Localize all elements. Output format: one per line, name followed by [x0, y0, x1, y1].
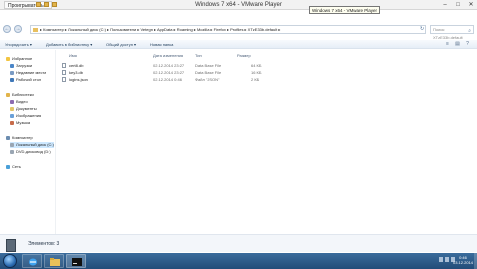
navigation-pane: Избранное Загрузки Недавние места Рабочи… [0, 50, 56, 234]
sidebar-item-computer[interactable]: Компьютер [6, 135, 33, 141]
back-button[interactable]: ← [3, 25, 11, 33]
file-size: 64 КБ [251, 63, 262, 68]
maximize-button[interactable]: □ [452, 0, 464, 10]
forward-button[interactable]: → [14, 25, 22, 33]
column-name[interactable]: Имя [69, 52, 77, 60]
command-bar: Упорядочить ▾ Добавить в библиотеку ▾ Об… [0, 40, 477, 49]
file-row[interactable]: key3.db 02.12.2014 23:27 Data Base File … [60, 69, 290, 76]
sidebar-item-documents[interactable]: Документы [10, 106, 37, 112]
details-pane: Элементов: 3 [0, 234, 477, 252]
dvd-icon [10, 149, 14, 154]
breadcrumb[interactable]: ▸ Компьютер ▸ Локальный диск (C:) ▸ Поль… [40, 27, 280, 32]
pictures-icon [10, 113, 14, 118]
organize-button[interactable]: Упорядочить ▾ [5, 40, 32, 49]
file-date: 02.12.2014 23:27 [153, 63, 185, 68]
drive-icon [10, 142, 14, 147]
network-icon [6, 164, 10, 169]
search-input[interactable]: Поиск: XTzE33b.default ⌕ [430, 25, 474, 40]
file-name: logins.json [69, 77, 88, 82]
clock-date: 03.12.2014 [453, 260, 474, 265]
file-icon [62, 63, 66, 68]
file-size: 16 КБ [251, 70, 262, 75]
search-placeholder: Поиск: XTzE33b.default [433, 27, 463, 40]
sidebar-item-desktop[interactable]: Рабочий стол [10, 77, 41, 83]
file-row[interactable]: logins.json 02.12.2014 0:46 Файл "JSON" … [60, 76, 290, 83]
column-date[interactable]: Дата изменения [153, 52, 183, 60]
file-list-header: Имя Дата изменения Тип Размер [60, 52, 477, 60]
downloads-icon [10, 63, 14, 68]
refresh-icon[interactable]: ↻ [420, 26, 424, 32]
music-icon [10, 120, 14, 125]
sidebar-item-music[interactable]: Музыка [10, 120, 30, 126]
desktop-icon [10, 77, 14, 82]
library-icon [6, 92, 10, 97]
file-icon [62, 77, 66, 82]
sidebar-item-video[interactable]: Видео [10, 99, 28, 105]
computer-icon [6, 135, 10, 140]
taskbar: 0:46 03.12.2014 [0, 253, 477, 269]
file-date: 02.12.2014 0:46 [153, 77, 182, 82]
video-icon [10, 99, 14, 104]
taskbar-clock[interactable]: 0:46 03.12.2014 [453, 255, 473, 265]
address-row: ← → ▸ Компьютер ▸ Локальный диск (C:) ▸ … [0, 24, 477, 40]
sidebar-item-favorites[interactable]: Избранное [6, 56, 32, 62]
help-icon[interactable]: ? [464, 41, 471, 48]
file-name: key3.db [69, 70, 84, 75]
preview-pane-icon[interactable]: ▤ [454, 41, 461, 48]
file-size: 2 КБ [251, 77, 260, 82]
folder-icon [33, 28, 38, 32]
file-icon [62, 70, 66, 75]
sidebar-item-pictures[interactable]: Изображения [10, 113, 41, 119]
vmware-titlebar: Проигрыватель ▾ Windows 7 x64 - VMware P… [0, 0, 477, 10]
file-type: Файл "JSON" [195, 77, 220, 82]
view-options-icon[interactable]: ≡ [444, 41, 451, 48]
file-date: 02.12.2014 23:27 [153, 70, 185, 75]
file-type: Data Base File [195, 63, 222, 68]
vmware-title: Windows 7 x64 - VMware Player [195, 2, 282, 8]
recent-places-icon [10, 70, 14, 75]
sidebar-item-local-disk[interactable]: Локальный диск (C:) [10, 142, 54, 148]
sidebar-item-recent[interactable]: Недавние места [10, 70, 46, 76]
start-button[interactable] [3, 254, 17, 268]
add-to-library-button[interactable]: Добавить в библиотеку ▾ [46, 40, 92, 49]
close-button[interactable]: ✕ [465, 0, 477, 10]
taskbar-explorer-icon[interactable] [44, 254, 64, 268]
window-tooltip: Windows 7 x64 - VMware Player [309, 6, 381, 14]
column-type[interactable]: Тип [195, 52, 202, 60]
sidebar-item-network[interactable]: Сеть [6, 164, 21, 170]
file-name: cert8.db [69, 63, 84, 68]
documents-icon [10, 106, 14, 111]
new-folder-button[interactable]: Новая папка [150, 40, 173, 49]
minimize-button[interactable]: – [439, 0, 451, 10]
sidebar-item-dvd[interactable]: DVD-дисковод (D:) [10, 149, 51, 155]
vmware-window: Проигрыватель ▾ Windows 7 x64 - VMware P… [0, 0, 477, 269]
sidebar-item-libraries[interactable]: Библиотеки [6, 92, 34, 98]
file-row[interactable]: cert8.db 02.12.2014 23:27 Data Base File… [60, 62, 290, 69]
folder-thumbnail-icon [6, 239, 16, 252]
taskbar-cmd-icon[interactable] [66, 254, 86, 268]
column-size[interactable]: Размер [237, 52, 251, 60]
tray-flag-icon[interactable] [439, 257, 443, 262]
item-count: Элементов: 3 [28, 241, 60, 247]
address-bar[interactable]: ▸ Компьютер ▸ Локальный диск (C:) ▸ Поль… [30, 25, 426, 34]
search-icon[interactable]: ⌕ [468, 27, 471, 35]
tray-network-icon[interactable] [445, 257, 449, 262]
star-icon [6, 56, 10, 61]
taskbar-ie-icon[interactable] [22, 254, 42, 268]
file-type: Data Base File [195, 70, 222, 75]
sidebar-item-downloads[interactable]: Загрузки [10, 63, 32, 69]
share-button[interactable]: Общий доступ ▾ [106, 40, 136, 49]
